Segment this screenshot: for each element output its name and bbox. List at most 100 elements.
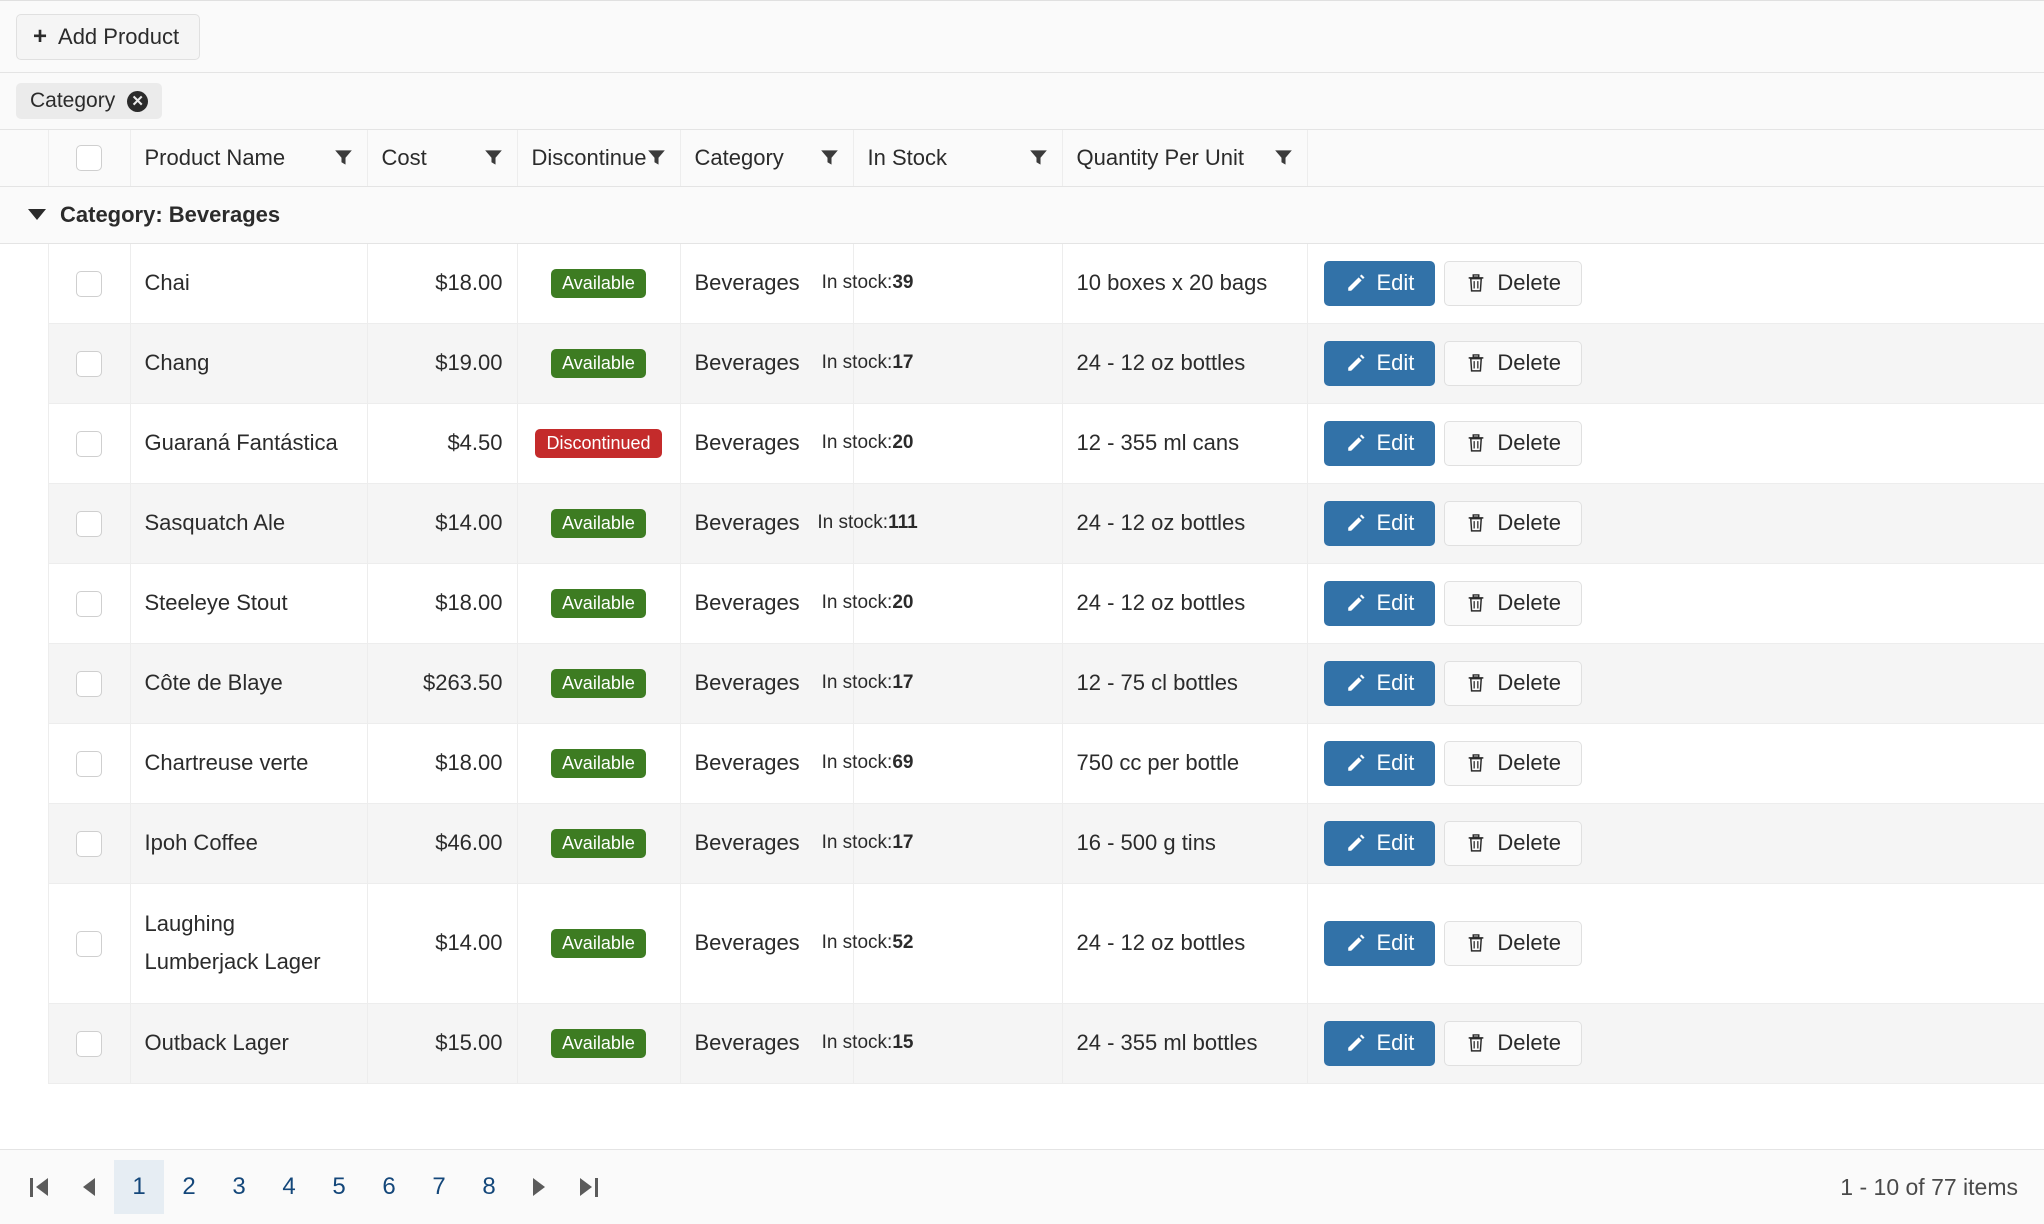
page-button-8[interactable]: 8 (464, 1160, 514, 1214)
edit-button[interactable]: Edit (1323, 260, 1436, 306)
edit-button[interactable]: Edit (1323, 920, 1436, 966)
group-header-row[interactable]: Category: Beverages (0, 186, 2044, 244)
remove-circle-icon[interactable]: ✕ (127, 90, 149, 112)
pager-info: 1 - 10 of 77 items (1840, 1173, 2018, 1200)
edit-button[interactable]: Edit (1323, 500, 1436, 546)
column-label-quantity: Quantity Per Unit (1076, 144, 1245, 170)
table-row[interactable]: Outback Lager$15.00AvailableBeveragesIn … (0, 1003, 2044, 1084)
column-header-category[interactable]: Category (680, 130, 854, 187)
cell-discontinued: Available (517, 883, 681, 1004)
page-button-2[interactable]: 2 (164, 1160, 214, 1214)
cell-quantity-per-unit: 12 - 355 ml cans (1062, 403, 1308, 484)
delete-button[interactable]: Delete (1444, 740, 1583, 786)
row-checkbox[interactable] (76, 930, 102, 957)
cell-cost: $19.00 (367, 323, 518, 404)
table-row[interactable]: Laughing Lumberjack Lager $14.00 Available… (0, 883, 2044, 1004)
column-header-quantity[interactable]: Quantity Per Unit (1062, 130, 1308, 187)
group-header-cell: Category: Beverages (0, 186, 2044, 244)
edit-button[interactable]: Edit (1323, 580, 1436, 626)
delete-button[interactable]: Delete (1444, 580, 1583, 626)
page-button-4[interactable]: 4 (264, 1160, 314, 1214)
cell-product-name: Chai (130, 243, 368, 324)
column-header-cost[interactable]: Cost (367, 130, 518, 187)
delete-button[interactable]: Delete (1444, 260, 1583, 306)
product-grid: + Add Product Category ✕ Product Name Co… (0, 0, 2044, 1224)
cell-cost: $4.50 (367, 403, 518, 484)
funnel-icon[interactable] (334, 148, 353, 167)
cell-in-stock: In stock:20In stock:20 (822, 403, 1063, 484)
page-button-3[interactable]: 3 (214, 1160, 264, 1214)
cell-actions: Edit Delete (1307, 883, 2044, 1004)
delete-button[interactable]: Delete (1444, 340, 1583, 386)
pencil-icon (1347, 834, 1365, 851)
edit-button[interactable]: Edit (1323, 820, 1436, 866)
funnel-icon[interactable] (820, 148, 839, 167)
group-chip-label: Category (30, 89, 116, 112)
add-product-button[interactable]: + Add Product (16, 13, 201, 60)
cell-actions: Edit Delete (1307, 323, 2044, 404)
table-row[interactable]: Chartreuse verte $18.00 Available Beverages… (0, 723, 2044, 804)
row-checkbox[interactable] (76, 1030, 102, 1057)
funnel-icon[interactable] (647, 148, 666, 167)
previous-page-icon[interactable] (64, 1160, 114, 1214)
cell-product-name: Laughing Lumberjack Lager (130, 883, 368, 1004)
delete-button[interactable]: Delete (1444, 1020, 1583, 1066)
edit-button[interactable]: Edit (1323, 420, 1436, 466)
table-row[interactable]: Chang$19.00AvailableBeveragesIn stock:17… (0, 323, 2044, 404)
row-group-indent (0, 803, 49, 883)
page-button-5[interactable]: 5 (314, 1160, 364, 1214)
edit-button[interactable]: Edit (1323, 740, 1436, 786)
caret-down-icon[interactable] (28, 209, 46, 220)
funnel-icon[interactable] (484, 148, 503, 167)
page-button-7[interactable]: 7 (414, 1160, 464, 1214)
delete-button[interactable]: Delete (1444, 820, 1583, 866)
table-row[interactable]: Sasquatch Ale$14.00AvailableBeveragesIn … (0, 483, 2044, 564)
group-chip-category[interactable]: Category ✕ (16, 83, 163, 119)
delete-button[interactable]: Delete (1444, 500, 1583, 546)
edit-button-label: Edit (1376, 510, 1415, 535)
trash-icon (1469, 594, 1484, 612)
group-header-label: Category: Beverages (60, 201, 281, 227)
table-row[interactable]: Côte de Blaye$263.50AvailableBeveragesIn… (0, 643, 2044, 724)
row-group-indent (0, 243, 49, 323)
edit-button[interactable]: Edit (1323, 660, 1436, 706)
cell-discontinued: Available (517, 643, 681, 724)
page-button-6[interactable]: 6 (364, 1160, 414, 1214)
group-panel[interactable]: Category ✕ (0, 73, 2044, 130)
next-page-icon[interactable] (514, 1160, 564, 1214)
row-checkbox[interactable] (76, 590, 102, 617)
row-checkbox[interactable] (76, 750, 102, 777)
row-checkbox[interactable] (76, 830, 102, 857)
page-button-1[interactable]: 1 (114, 1160, 164, 1214)
row-checkbox[interactable] (76, 670, 102, 697)
funnel-icon[interactable] (1029, 148, 1048, 167)
edit-button[interactable]: Edit (1323, 340, 1436, 386)
table-row[interactable]: Guaraná Fantástica $4.50 Discontinued Bever… (0, 403, 2044, 484)
delete-button[interactable]: Delete (1444, 920, 1583, 966)
funnel-icon[interactable] (1274, 148, 1293, 167)
select-all-checkbox[interactable] (76, 145, 102, 172)
column-label-category: Category (694, 144, 784, 170)
trash-icon (1469, 514, 1484, 532)
delete-button[interactable]: Delete (1444, 420, 1583, 466)
table-row[interactable]: Chai$18.00AvailableBeveragesIn stock:39I… (0, 243, 2044, 324)
edit-button[interactable]: Edit (1323, 1020, 1436, 1066)
row-checkbox[interactable] (76, 270, 102, 297)
row-checkbox[interactable] (76, 510, 102, 537)
row-checkbox[interactable] (76, 350, 102, 377)
cell-quantity-per-unit: 24 - 355 ml bottles (1062, 1003, 1308, 1084)
go-to-last-page-icon[interactable] (564, 1160, 614, 1214)
table-row[interactable]: Steeleye Stout$18.00AvailableBeveragesIn… (0, 563, 2044, 644)
go-to-first-page-icon[interactable] (14, 1160, 64, 1214)
delete-button-label: Delete (1497, 590, 1562, 615)
column-header-name[interactable]: Product Name (130, 130, 368, 187)
column-header-instock[interactable]: In Stock (853, 130, 1063, 187)
row-checkbox[interactable] (76, 430, 102, 457)
cell-in-stock: In stock:20In stock:20 (822, 563, 1063, 644)
edit-button-label: Edit (1376, 830, 1415, 855)
column-header-discontinued[interactable]: Discontinued (517, 130, 681, 187)
cell-in-stock: In stock:17In stock:17 (822, 323, 1063, 404)
edit-button-label: Edit (1376, 670, 1415, 695)
delete-button[interactable]: Delete (1444, 660, 1583, 706)
table-row[interactable]: Ipoh Coffee$46.00AvailableBeveragesIn st… (0, 803, 2044, 884)
